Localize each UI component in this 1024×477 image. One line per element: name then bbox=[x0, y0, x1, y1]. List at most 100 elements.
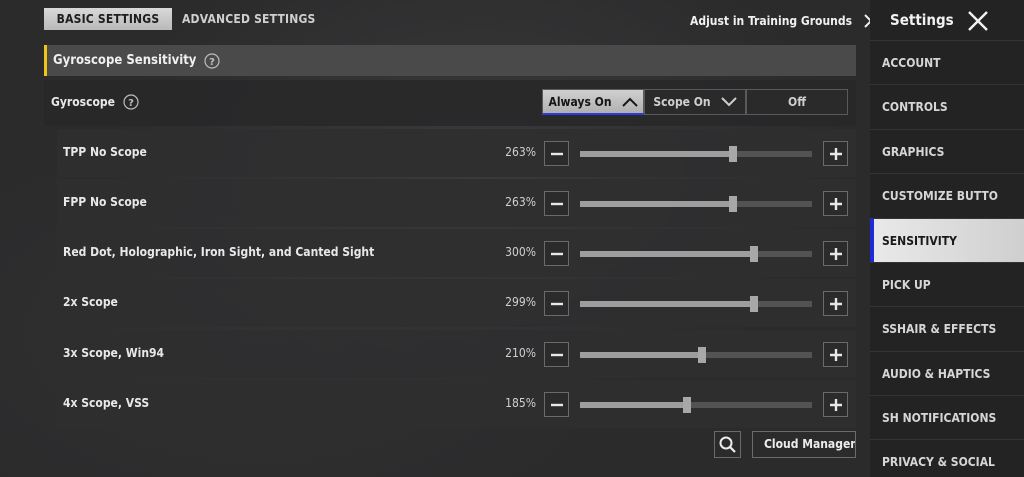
decrease-button[interactable] bbox=[544, 392, 569, 417]
search-button[interactable] bbox=[714, 431, 741, 458]
increase-button[interactable] bbox=[823, 392, 848, 417]
sensitivity-value: 299% bbox=[505, 295, 536, 309]
sidebar-item-graphics[interactable]: GRAPHICS bbox=[870, 129, 1024, 173]
slider-handle[interactable] bbox=[729, 146, 738, 162]
gyro-option-label: Scope On bbox=[653, 95, 711, 109]
sidebar-item-sensitivity[interactable]: SENSITIVITY bbox=[870, 218, 1024, 262]
sensitivity-slider[interactable] bbox=[580, 296, 812, 312]
training-grounds-link[interactable]: Adjust in Training Grounds bbox=[690, 10, 872, 32]
decrease-button[interactable] bbox=[544, 141, 569, 166]
gyro-option-always-on[interactable]: Always On bbox=[542, 89, 644, 115]
sensitivity-slider[interactable] bbox=[580, 246, 812, 262]
decrease-button[interactable] bbox=[544, 291, 569, 316]
gyro-option-scope-on[interactable]: Scope On bbox=[644, 89, 746, 115]
sensitivity-row: Red Dot, Holographic, Iron Sight, and Ca… bbox=[57, 229, 856, 277]
minus-icon bbox=[550, 202, 563, 205]
minus-icon bbox=[550, 353, 563, 356]
gyroscope-label-wrap: Gyroscope ? bbox=[51, 94, 139, 110]
sensitivity-row: 2x Scope 299% bbox=[57, 279, 856, 327]
sensitivity-value: 185% bbox=[505, 396, 536, 410]
gyroscope-row: Gyroscope ? Always On Scope On Off bbox=[44, 80, 856, 126]
plus-icon bbox=[829, 147, 842, 160]
sidebar-item-audio-haptics[interactable]: AUDIO & HAPTICS bbox=[870, 351, 1024, 395]
increase-button[interactable] bbox=[823, 141, 848, 166]
slider-handle[interactable] bbox=[682, 397, 691, 413]
sensitivity-slider[interactable] bbox=[580, 397, 812, 413]
sidebar-item-account[interactable]: ACCOUNT bbox=[870, 40, 1024, 84]
increase-button[interactable] bbox=[823, 191, 848, 216]
sensitivity-value: 263% bbox=[505, 145, 536, 159]
plus-icon bbox=[829, 297, 842, 310]
slider-handle[interactable] bbox=[750, 246, 758, 262]
slider-handle[interactable] bbox=[729, 196, 738, 212]
sensitivity-label: 2x Scope bbox=[63, 295, 118, 309]
slider-fill bbox=[580, 201, 734, 207]
increase-button[interactable] bbox=[823, 241, 848, 266]
slider-handle[interactable] bbox=[750, 296, 758, 312]
chevron-up-icon bbox=[621, 97, 638, 107]
sensitivity-label: TPP No Scope bbox=[63, 145, 147, 159]
sidebar-item-pick-up[interactable]: PICK UP bbox=[870, 262, 1024, 306]
slider-handle[interactable] bbox=[697, 347, 706, 363]
sidebar-item-privacy-social[interactable]: PRIVACY & SOCIAL bbox=[870, 439, 1024, 477]
cloud-management-button[interactable]: Cloud Manageme bbox=[752, 431, 856, 458]
decrease-button[interactable] bbox=[544, 342, 569, 367]
svg-text:?: ? bbox=[210, 57, 216, 68]
sensitivity-value: 300% bbox=[505, 245, 536, 259]
sensitivity-slider[interactable] bbox=[580, 347, 812, 363]
sidebar-title: Settings bbox=[890, 11, 954, 29]
gyroscope-label: Gyroscope bbox=[51, 95, 115, 109]
sidebar-item-push-notifications[interactable]: SH NOTIFICATIONS bbox=[870, 395, 1024, 439]
sensitivity-label: 3x Scope, Win94 bbox=[63, 346, 165, 360]
minus-icon bbox=[550, 152, 563, 155]
section-header: Gyroscope Sensitivity ? bbox=[44, 45, 856, 76]
gyro-option-off[interactable]: Off bbox=[746, 89, 848, 115]
sensitivity-value: 263% bbox=[505, 195, 536, 209]
sensitivity-row: 3x Scope, Win94 210% bbox=[57, 330, 856, 378]
sensitivity-value: 210% bbox=[505, 346, 536, 360]
settings-sidebar: Settings ACCOUNT CONTROLS GRAPHICS CUSTO… bbox=[870, 0, 1024, 477]
gyro-option-label: Always On bbox=[548, 94, 612, 109]
increase-button[interactable] bbox=[823, 342, 848, 367]
decrease-button[interactable] bbox=[544, 191, 569, 216]
sensitivity-label: 4x Scope, VSS bbox=[63, 396, 150, 410]
gyro-option-label: Off bbox=[788, 95, 806, 109]
decrease-button[interactable] bbox=[544, 241, 569, 266]
increase-button[interactable] bbox=[823, 291, 848, 316]
section-title: Gyroscope Sensitivity bbox=[53, 53, 197, 68]
slider-fill bbox=[580, 402, 687, 408]
sensitivity-row: TPP No Scope 263% bbox=[57, 129, 856, 177]
sensitivity-label: FPP No Scope bbox=[63, 195, 147, 209]
minus-icon bbox=[550, 302, 563, 305]
sidebar-item-customize-buttons[interactable]: CUSTOMIZE BUTTO bbox=[870, 173, 1024, 217]
minus-icon bbox=[550, 252, 563, 255]
top-tabs: BASIC SETTINGS ADVANCED SETTINGS bbox=[44, 8, 326, 30]
sensitivity-row: FPP No Scope 263% bbox=[57, 179, 856, 227]
plus-icon bbox=[829, 197, 842, 210]
plus-icon bbox=[829, 247, 842, 260]
help-icon[interactable]: ? bbox=[204, 52, 221, 69]
chevron-down-icon bbox=[720, 97, 737, 107]
help-icon[interactable]: ? bbox=[123, 94, 139, 110]
close-icon[interactable] bbox=[967, 10, 989, 32]
sidebar-header: Settings bbox=[870, 0, 1024, 40]
svg-text:?: ? bbox=[128, 98, 134, 109]
tab-basic-settings[interactable]: BASIC SETTINGS bbox=[44, 8, 172, 30]
slider-fill bbox=[580, 301, 754, 307]
plus-icon bbox=[829, 348, 842, 361]
sidebar-item-controls[interactable]: CONTROLS bbox=[870, 84, 1024, 128]
sidebar-item-crosshair-effects[interactable]: SSHAIR & EFFECTS bbox=[870, 306, 1024, 350]
plus-icon bbox=[829, 398, 842, 411]
sensitivity-row: 4x Scope, VSS 185% bbox=[57, 380, 856, 428]
sensitivity-slider[interactable] bbox=[580, 146, 812, 162]
sensitivity-label: Red Dot, Holographic, Iron Sight, and Ca… bbox=[63, 245, 375, 259]
minus-icon bbox=[550, 403, 563, 406]
slider-fill bbox=[580, 352, 702, 358]
tab-advanced-settings[interactable]: ADVANCED SETTINGS bbox=[172, 8, 326, 30]
sensitivity-slider[interactable] bbox=[580, 196, 812, 212]
slider-fill bbox=[580, 151, 734, 157]
gyroscope-options: Always On Scope On Off bbox=[542, 89, 848, 115]
training-grounds-label: Adjust in Training Grounds bbox=[690, 14, 852, 28]
slider-fill bbox=[580, 251, 754, 257]
search-icon bbox=[719, 436, 736, 453]
